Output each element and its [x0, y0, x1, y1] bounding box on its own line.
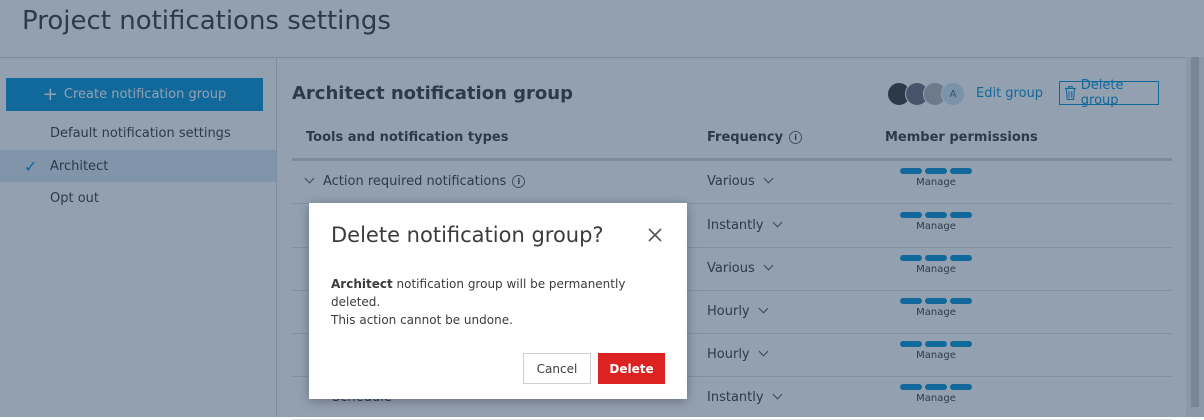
dialog-title: Delete notification group? [331, 223, 604, 247]
dialog-message-warning: This action cannot be undone. [331, 313, 513, 327]
cancel-button[interactable]: Cancel [523, 353, 591, 384]
close-icon[interactable] [647, 227, 663, 243]
delete-button[interactable]: Delete [598, 353, 665, 384]
dialog-group-name: Architect [331, 277, 393, 291]
delete-confirmation-dialog: Delete notification group? Architect not… [309, 203, 687, 399]
dialog-message: Architect notification group will be per… [331, 275, 661, 329]
